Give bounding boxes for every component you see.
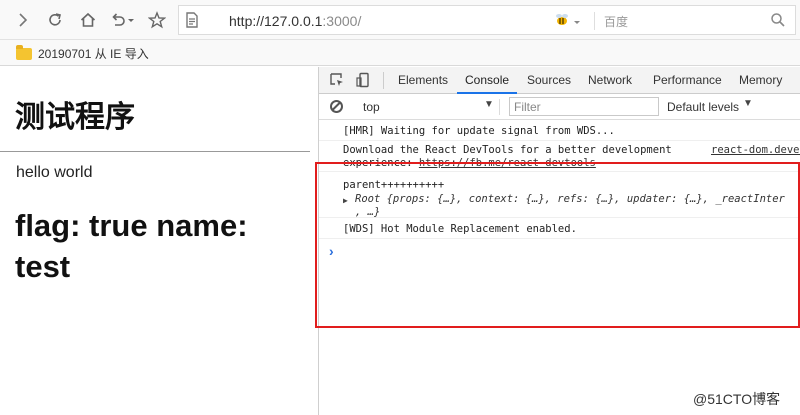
levels-dropdown-icon[interactable]: ▼ (743, 98, 753, 109)
root-object-line2: , …} (355, 206, 381, 218)
tab-memory[interactable]: Memory (731, 67, 790, 94)
console-message: parent++++++++++ ▶ Root {props: {…}, con… (319, 172, 800, 218)
log-levels-select[interactable]: Default levels (667, 100, 739, 114)
undo-dropdown-icon[interactable] (125, 9, 137, 31)
inspect-element-icon[interactable] (329, 72, 345, 88)
favorite-star-icon[interactable] (146, 9, 168, 31)
bookmark-folder-label: 20190701 从 IE 导入 (38, 47, 149, 61)
url-port: :3000/ (322, 13, 362, 29)
bookmark-folder[interactable]: 20190701 从 IE 导入 (16, 44, 149, 62)
page-title: 测试程序 (15, 100, 135, 135)
console-output: [HMR] Waiting for update signal from WDS… (319, 121, 800, 415)
hmr-message: [HMR] Waiting for update signal from WDS… (343, 125, 615, 137)
page-icon (181, 9, 203, 31)
folder-icon (16, 44, 32, 60)
device-toolbar-icon[interactable] (355, 72, 371, 88)
console-message: [WDS] Hot Module Replacement enabled. (319, 218, 800, 239)
tab-network[interactable]: Network (580, 67, 640, 94)
react-devtools-message-line2: experience: https://fb.me/react-devtools (343, 157, 596, 169)
parent-log: parent++++++++++ (343, 179, 445, 191)
forward-icon[interactable] (12, 9, 34, 31)
url-text[interactable]: http://127.0.0.1:3000/ (229, 13, 361, 29)
devtools-panel: Elements Console Sources Network Perform… (318, 67, 800, 415)
wds-message: [WDS] Hot Module Replacement enabled. (343, 223, 577, 235)
context-dropdown-icon[interactable]: ▼ (484, 99, 494, 110)
clear-console-icon[interactable] (330, 100, 343, 113)
console-message: [HMR] Waiting for update signal from WDS… (319, 121, 800, 141)
page-content: 测试程序 hello world flag: true name: test (0, 67, 318, 415)
message-source-link[interactable]: react-dom.devel (711, 144, 800, 156)
react-devtools-link[interactable]: https://fb.me/react-devtools (419, 157, 596, 169)
expand-object-icon[interactable]: ▶ (343, 196, 348, 205)
console-filter-bar: top ▼ Default levels ▼ (319, 94, 800, 120)
hello-text: hello world (16, 164, 93, 181)
tab-elements[interactable]: Elements (390, 67, 456, 94)
tab-sources[interactable]: Sources (519, 67, 579, 94)
console-filter-input[interactable] (509, 97, 659, 116)
tab-bar-divider (383, 72, 384, 89)
context-selector[interactable]: top (363, 100, 380, 114)
react-devtools-message-line1: Download the React DevTools for a better… (343, 144, 672, 156)
search-engine-label[interactable]: 百度 (604, 13, 628, 30)
url-host: http://127.0.0.1 (229, 13, 323, 29)
watermark: @51CTO博客 (693, 391, 781, 407)
console-prompt-icon[interactable]: › (329, 243, 334, 259)
search-icon[interactable] (767, 9, 789, 31)
address-divider (594, 12, 595, 30)
home-icon[interactable] (77, 9, 99, 31)
bee-icon[interactable] (551, 9, 573, 31)
address-bar[interactable]: http://127.0.0.1:3000/ 百度 (178, 5, 796, 35)
console-message: Download the React DevTools for a better… (319, 141, 800, 172)
devtools-tab-bar: Elements Console Sources Network Perform… (319, 67, 800, 94)
reload-icon[interactable] (44, 9, 66, 31)
tab-console[interactable]: Console (457, 67, 518, 94)
filter-divider (499, 99, 500, 115)
addr-dropdown-icon[interactable] (571, 11, 583, 33)
flag-name-heading: flag: true name: test (15, 208, 248, 284)
browser-toolbar: http://127.0.0.1:3000/ 百度 (0, 0, 800, 40)
root-object-line1[interactable]: Root {props: {…}, context: {…}, refs: {…… (355, 193, 785, 205)
react-devtools-prefix: experience: (343, 157, 419, 169)
title-divider (0, 151, 310, 152)
tab-performance[interactable]: Performance (645, 67, 730, 94)
bookmarks-bar: 20190701 从 IE 导入 (0, 40, 800, 66)
